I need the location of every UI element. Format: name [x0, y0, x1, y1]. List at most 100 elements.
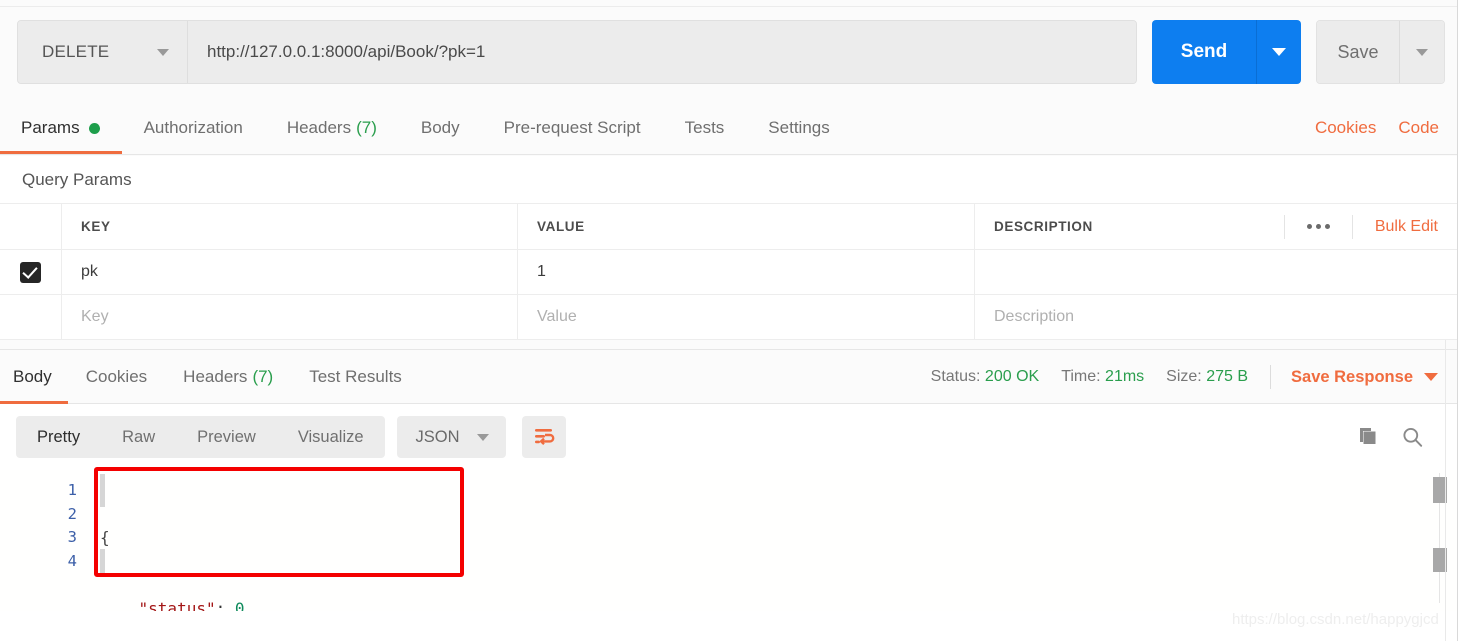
copy-button[interactable]	[1357, 426, 1379, 448]
tab-params-label: Params	[21, 118, 80, 137]
empty-key-placeholder: Key	[81, 308, 109, 325]
code-line-numbers: 1 2 3 4	[0, 470, 100, 611]
save-response-label: Save Response	[1291, 367, 1413, 386]
response-tab-cookies-label: Cookies	[85, 367, 148, 386]
tab-headers-label: Headers	[286, 118, 352, 137]
response-tab-headers-label: Headers	[183, 367, 248, 386]
tab-tests-label: Tests	[684, 118, 725, 137]
view-preview-button[interactable]: Preview	[176, 416, 277, 458]
table-row: pk 1	[0, 250, 1458, 295]
status-label: Status:	[930, 368, 981, 385]
status-divider	[1270, 365, 1272, 389]
empty-row-description-cell[interactable]: Description	[975, 295, 1458, 339]
chevron-down-icon	[476, 433, 489, 441]
table-header-row: KEY VALUE DESCRIPTION Bulk Edit	[0, 204, 1458, 250]
response-tab-bar: Body Cookies Headers (7) Test Results St…	[0, 349, 1458, 404]
response-body-toolbar: Pretty Raw Preview Visualize JSON	[0, 404, 1458, 470]
params-active-dot-icon	[88, 122, 100, 134]
dot-icon	[1315, 224, 1321, 229]
response-tab-test-results-label: Test Results	[309, 367, 402, 386]
response-tab-headers-count: (7)	[252, 367, 274, 386]
watermark-text: https://blog.csdn.net/happygjcd	[1232, 611, 1439, 628]
http-method-selector[interactable]: DELETE	[18, 21, 188, 83]
json-comma: ,	[244, 598, 255, 612]
tab-body[interactable]: Body	[399, 102, 482, 154]
response-status-bar: Status: 200 OK Time: 21ms Size: 275 B Sa…	[931, 350, 1458, 404]
tab-params[interactable]: Params	[0, 102, 122, 154]
empty-row-key-cell[interactable]: Key	[62, 295, 518, 339]
request-tab-bar: Params Authorization Headers (7) Body Pr…	[0, 102, 1458, 155]
send-options-button[interactable]	[1257, 20, 1301, 84]
tab-settings[interactable]: Settings	[746, 102, 851, 154]
empty-value-placeholder: Value	[537, 308, 577, 325]
size-value: 275 B	[1206, 368, 1249, 385]
body-format-selector[interactable]: JSON	[396, 416, 506, 458]
row-key-value: pk	[81, 263, 98, 280]
line-number: 1	[67, 481, 77, 499]
code-link[interactable]: Code	[1398, 118, 1439, 138]
chevron-down-icon	[1272, 48, 1286, 56]
header-description-label: DESCRIPTION	[994, 219, 1093, 234]
header-cell-key: KEY	[62, 204, 518, 249]
empty-description-placeholder: Description	[994, 308, 1075, 325]
response-tab-body-label: Body	[13, 367, 52, 386]
tab-tests[interactable]: Tests	[663, 102, 747, 154]
code-line: {	[100, 526, 1458, 550]
url-input[interactable]: http://127.0.0.1:8000/api/Book/?pk=1	[188, 21, 1136, 83]
postman-window: DELETE http://127.0.0.1:8000/api/Book/?p…	[0, 0, 1458, 641]
row-enabled-checkbox[interactable]	[20, 261, 41, 283]
more-options-icon[interactable]	[1283, 214, 1353, 239]
response-tab-test-results[interactable]: Test Results	[291, 350, 420, 404]
tab-headers[interactable]: Headers (7)	[265, 102, 399, 154]
status-badge: 200 OK	[984, 368, 1040, 385]
save-button[interactable]: Save	[1317, 21, 1400, 83]
table-row-empty: Key Value Description	[0, 295, 1458, 340]
search-icon	[1403, 427, 1423, 447]
panel-right-divider	[1445, 340, 1446, 641]
tab-settings-label: Settings	[768, 118, 830, 137]
copy-icon	[1360, 428, 1376, 444]
chevron-down-icon	[157, 48, 169, 56]
dot-icon	[1324, 224, 1330, 229]
response-size-group: Size: 275 B	[1166, 368, 1248, 386]
line-number: 2	[67, 504, 77, 523]
body-toolbar-icons	[1357, 426, 1458, 449]
save-response-button[interactable]: Save Response	[1291, 368, 1438, 387]
view-visualize-button[interactable]: Visualize	[277, 416, 385, 458]
response-body-viewer[interactable]: 1 2 3 4 { "status": 0, "message": "删除成功"…	[0, 470, 1458, 611]
size-label: Size:	[1166, 368, 1202, 385]
http-method-label: DELETE	[42, 42, 110, 61]
tab-body-label: Body	[420, 118, 460, 137]
json-colon: :	[215, 598, 226, 612]
row-value-value: 1	[537, 263, 546, 280]
empty-row-value-cell[interactable]: Value	[518, 295, 975, 339]
json-open-brace: {	[100, 528, 110, 547]
search-button[interactable]	[1401, 426, 1424, 449]
cookies-link[interactable]: Cookies	[1315, 118, 1376, 138]
send-button-group: Send	[1152, 20, 1301, 84]
bulk-edit-link[interactable]: Bulk Edit	[1353, 218, 1458, 236]
header-key-label: KEY	[81, 219, 111, 234]
response-tab-body[interactable]: Body	[0, 350, 68, 404]
save-options-button[interactable]	[1400, 21, 1444, 83]
line-number: 4	[67, 551, 77, 570]
view-raw-button[interactable]: Raw	[101, 416, 176, 458]
send-button[interactable]: Send	[1152, 20, 1257, 84]
tab-headers-count: (7)	[356, 118, 377, 137]
time-value: 21ms	[1105, 368, 1145, 385]
response-tab-cookies[interactable]: Cookies	[68, 350, 165, 404]
header-cell-value: VALUE	[518, 204, 975, 249]
word-wrap-button[interactable]	[521, 416, 566, 458]
tab-pre-request-script[interactable]: Pre-request Script	[482, 102, 663, 154]
request-tab-links: Cookies Code	[1315, 102, 1458, 154]
line-number: 3	[67, 528, 77, 546]
row-value-cell[interactable]: 1	[518, 250, 975, 294]
row-description-cell[interactable]	[975, 250, 1458, 294]
empty-row-checkbox-cell	[0, 295, 62, 339]
view-pretty-button[interactable]: Pretty	[16, 416, 101, 458]
row-key-cell[interactable]: pk	[62, 250, 518, 294]
response-tab-headers[interactable]: Headers (7)	[165, 350, 291, 404]
status-code-group: Status: 200 OK	[931, 368, 1040, 386]
save-button-group: Save	[1316, 20, 1445, 84]
tab-authorization[interactable]: Authorization	[122, 102, 265, 154]
